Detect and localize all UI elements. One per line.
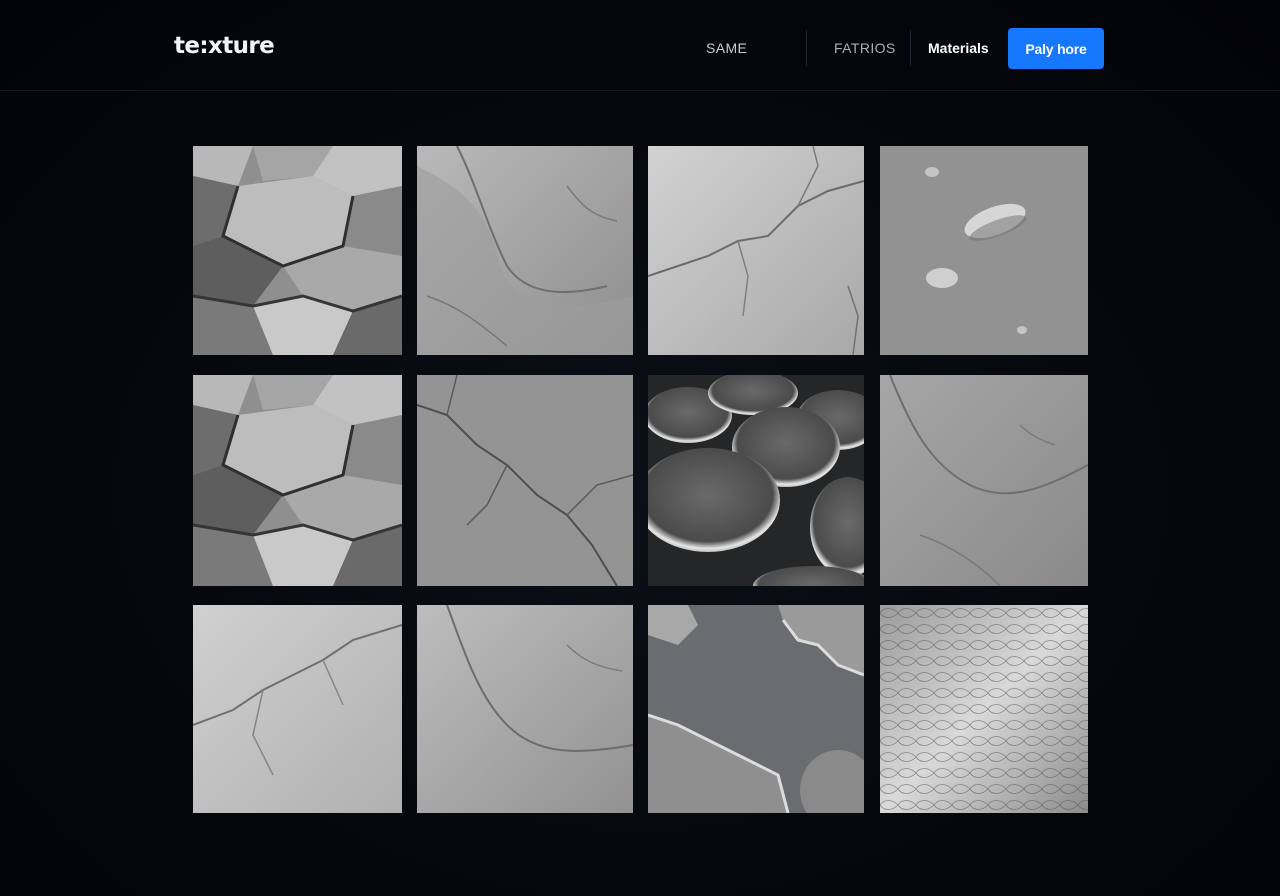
texture-tile-cracked-plaster[interactable] — [648, 146, 864, 355]
texture-tile-plaster[interactable] — [417, 146, 633, 355]
nav-item-same[interactable]: SAME — [706, 40, 747, 56]
texture-tile-cracked-concrete[interactable] — [417, 375, 633, 586]
brand-logo[interactable]: te:xture — [174, 33, 275, 59]
texture-tile-cracked-plaster[interactable] — [193, 605, 402, 813]
texture-tile-hammered-metal[interactable] — [880, 605, 1088, 813]
top-navigation-bar: te:xture SAME FATRIOS Materials Paly hor… — [0, 0, 1280, 91]
texture-tile-metal-discs[interactable] — [648, 375, 864, 586]
play-here-button[interactable]: Paly hore — [1008, 28, 1104, 69]
texture-tile-plaster[interactable] — [880, 375, 1088, 586]
texture-tile-peeling-paint[interactable] — [648, 605, 864, 813]
nav-divider — [910, 30, 911, 66]
nav-item-fatrios[interactable]: FATRIOS — [834, 40, 896, 56]
nav-item-materials[interactable]: Materials — [928, 40, 989, 56]
texture-gallery-page: te:xture SAME FATRIOS Materials Paly hor… — [0, 0, 1280, 896]
texture-tile-pebble-sand[interactable] — [880, 146, 1088, 355]
texture-tile-faceted-stone[interactable] — [193, 375, 402, 586]
texture-tile-faceted-stone[interactable] — [193, 146, 402, 355]
texture-tile-plaster[interactable] — [417, 605, 633, 813]
nav-divider — [806, 30, 807, 66]
